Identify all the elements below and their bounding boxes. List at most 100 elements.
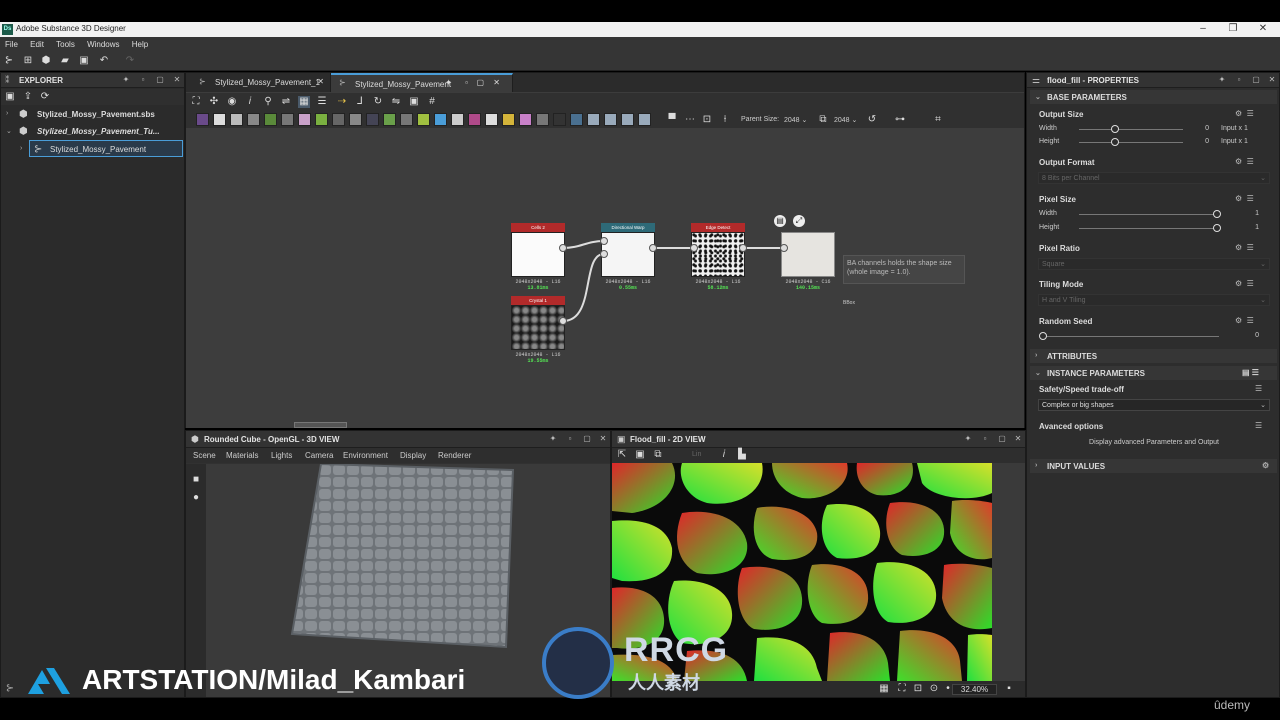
graph-canvas[interactable]: Cells 2 2048x2048 - L16 13.81ms Directio… bbox=[186, 128, 1024, 428]
menu-help[interactable]: Help bbox=[127, 37, 153, 52]
split-icon[interactable]: ⊶ bbox=[894, 114, 906, 126]
maximize-icon[interactable]: ▢ bbox=[155, 75, 165, 85]
refresh-icon[interactable]: ⟳ bbox=[39, 91, 51, 103]
output-format-dropdown[interactable]: 8 Bits per Channel ⌄ bbox=[1038, 172, 1270, 184]
input-port[interactable] bbox=[600, 237, 608, 245]
frame-select-icon[interactable]: ⊡ bbox=[701, 114, 713, 126]
info-icon[interactable]: 𝑖 bbox=[718, 449, 730, 461]
chevron-right-icon[interactable]: › bbox=[20, 145, 22, 152]
menu-environment[interactable]: Environment bbox=[343, 451, 388, 460]
param-icons[interactable]: ⚙ ☰ bbox=[1235, 109, 1254, 118]
maximize-icon[interactable]: ▢ bbox=[582, 434, 592, 444]
param-menu-icon[interactable]: ☰ bbox=[1255, 384, 1262, 393]
node-graph-icon[interactable] bbox=[638, 113, 651, 126]
float-icon[interactable]: ▫ bbox=[138, 75, 148, 85]
param-menu-icon[interactable]: ☰ bbox=[1255, 421, 1262, 430]
node-blur-icon[interactable] bbox=[417, 113, 430, 126]
open-folder-icon[interactable]: ▰ bbox=[59, 55, 71, 67]
safety-dropdown[interactable]: Complex or big shapes ⌄ bbox=[1038, 399, 1270, 411]
output-port[interactable] bbox=[649, 244, 657, 252]
float-icon[interactable]: ▫ bbox=[465, 78, 468, 87]
input-port[interactable] bbox=[780, 244, 788, 252]
float-icon[interactable]: ▫ bbox=[1234, 75, 1244, 85]
frame-node-icon[interactable]: ▣ bbox=[408, 96, 420, 108]
explorer-item-package-tut[interactable]: ⌄ ⬢ Stylized_Mossy_Pavement_Tu... bbox=[1, 123, 184, 140]
center-icon[interactable]: ⊙ bbox=[928, 683, 940, 695]
node-comment-icon[interactable] bbox=[604, 113, 617, 126]
log-icon[interactable]: ⊱ bbox=[4, 683, 16, 695]
copy-icon[interactable]: ⧉ bbox=[652, 449, 664, 461]
node-edge-detect[interactable]: Edge Detect 2048x2048 - L16 58.12ms bbox=[691, 223, 745, 291]
save-package-icon[interactable]: ▣ bbox=[4, 91, 16, 103]
section-base-parameters[interactable]: ⌄ BASE PARAMETERS bbox=[1030, 90, 1277, 104]
preset-icon[interactable]: ▤ ☰ bbox=[1242, 368, 1259, 377]
undo-icon[interactable]: ↶ bbox=[98, 55, 110, 67]
tab-graph-1[interactable]: ⊱ Stylized_Mossy_Pavement_1 ✕ bbox=[191, 73, 331, 92]
document-icon[interactable]: ▤ bbox=[774, 215, 786, 227]
close-tab-icon[interactable]: ✕ bbox=[493, 78, 500, 87]
tile-icon[interactable]: ⛶ bbox=[896, 683, 908, 695]
pixel-width-knob[interactable] bbox=[1213, 210, 1221, 218]
export-image-icon[interactable]: ⇱ bbox=[616, 449, 628, 461]
section-attributes[interactable]: › ATTRIBUTES bbox=[1030, 349, 1277, 363]
input-port[interactable] bbox=[690, 244, 698, 252]
menu-lights[interactable]: Lights bbox=[271, 451, 292, 460]
node-blend-icon[interactable] bbox=[230, 113, 243, 126]
node-output-icon[interactable] bbox=[332, 113, 345, 126]
param-icons[interactable]: ⚙ ☰ bbox=[1235, 243, 1254, 252]
light-icon[interactable]: ● bbox=[190, 492, 202, 504]
maximize-icon[interactable]: ▢ bbox=[997, 434, 1007, 444]
size-dropdown[interactable]: 2048 ⌄ bbox=[834, 116, 857, 124]
tab-graph-active[interactable]: ⊱ Stylized_Mossy_Pavement ✦ ▫ ▢ ✕ bbox=[331, 73, 513, 92]
node-frame-icon[interactable] bbox=[587, 113, 600, 126]
pixel-height-track[interactable] bbox=[1079, 228, 1219, 229]
pin-icon[interactable]: ✦ bbox=[1217, 75, 1227, 85]
tiling-mode-dropdown[interactable]: H and V Tiling ⌄ bbox=[1038, 294, 1270, 306]
menu-camera[interactable]: Camera bbox=[305, 451, 333, 460]
output-port[interactable] bbox=[739, 244, 747, 252]
output-port[interactable] bbox=[559, 244, 567, 252]
float-icon[interactable]: ▫ bbox=[980, 434, 990, 444]
chevron-down-icon[interactable]: ⌄ bbox=[6, 127, 12, 135]
settings-icon[interactable]: ⚙ bbox=[1262, 461, 1269, 470]
pin-icon[interactable]: ✦ bbox=[548, 434, 558, 444]
minimize-icon[interactable]: – bbox=[1188, 22, 1218, 37]
input-port[interactable] bbox=[600, 250, 608, 258]
pin-node-icon[interactable]: ⍿ bbox=[719, 114, 731, 126]
redo-icon[interactable]: ↷ bbox=[124, 55, 136, 67]
close-panel-icon[interactable]: ✕ bbox=[598, 434, 608, 444]
output-port[interactable] bbox=[559, 317, 567, 325]
new-graph-icon[interactable]: ⊱ bbox=[3, 55, 15, 67]
grid-icon[interactable]: # bbox=[426, 96, 438, 108]
pin-icon[interactable]: ✦ bbox=[121, 75, 131, 85]
node-curve-icon[interactable] bbox=[315, 113, 328, 126]
explorer-item-graph[interactable]: › ⊱ Stylized_Mossy_Pavement bbox=[20, 140, 183, 157]
screenshot-icon[interactable]: ◉ bbox=[226, 96, 238, 108]
frame-icon[interactable]: ⛶ bbox=[190, 96, 202, 108]
search-icon[interactable]: ⚲ bbox=[262, 96, 274, 108]
node-transform-icon[interactable] bbox=[247, 113, 260, 126]
node-text-icon[interactable] bbox=[519, 113, 532, 126]
zoom-in-icon[interactable]: ▪ bbox=[1003, 683, 1015, 695]
rotate-icon[interactable]: ↻ bbox=[372, 96, 384, 108]
node-warning-icon[interactable] bbox=[502, 113, 515, 126]
parent-size-dropdown[interactable]: 2048 ⌄ bbox=[784, 116, 807, 124]
param-icons[interactable]: ⚙ ☰ bbox=[1235, 279, 1254, 288]
menu-scene[interactable]: Scene bbox=[193, 451, 216, 460]
export-icon[interactable]: ⇪ bbox=[22, 91, 34, 103]
display-advanced-button[interactable]: Display advanced Parameters and Output bbox=[1038, 436, 1270, 449]
random-seed-track[interactable] bbox=[1043, 336, 1219, 337]
node-hsl-icon[interactable] bbox=[298, 113, 311, 126]
node-flood-fill[interactable]: 2048x2048 - C16 140.15ms bbox=[781, 223, 835, 291]
height-mode[interactable]: Input x 1 bbox=[1221, 138, 1248, 145]
camera-icon[interactable]: ■ bbox=[190, 474, 202, 486]
node-color-icon[interactable] bbox=[468, 113, 481, 126]
menu-windows[interactable]: Windows bbox=[82, 37, 124, 52]
pixel-ratio-dropdown[interactable]: Square ⌄ bbox=[1038, 258, 1270, 270]
save-image-icon[interactable]: ▣ bbox=[634, 449, 646, 461]
pin-icon[interactable]: ✦ bbox=[963, 434, 973, 444]
close-panel-icon[interactable]: ✕ bbox=[172, 75, 182, 85]
connector-icon[interactable]: ⇢ bbox=[336, 96, 348, 108]
node-cells[interactable]: Cells 2 2048x2048 - L16 13.81ms bbox=[511, 223, 565, 291]
node-crystal[interactable]: Crystal 1 2048x2048 - L16 19.55ms bbox=[511, 296, 565, 364]
